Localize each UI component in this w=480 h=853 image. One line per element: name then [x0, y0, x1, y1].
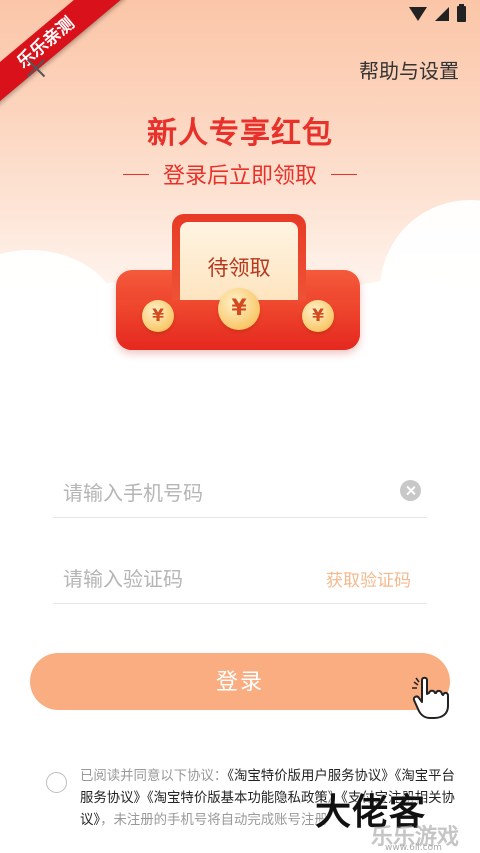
agreement-suffix: ，未注册的手机号将自动完成账号注册: [100, 813, 328, 828]
yuan-coin-icon: ¥: [218, 288, 260, 330]
clear-icon[interactable]: [400, 480, 421, 501]
wifi-icon: [409, 7, 427, 21]
agreement-link-privacy[interactable]: 《淘宝特价版基本功能隐私政策》: [147, 791, 341, 806]
promo-subtitle: 登录后立即领取: [162, 164, 317, 189]
login-button[interactable]: 登录: [30, 653, 450, 710]
agreement-prefix: 已阅读并同意以下协议：: [80, 769, 228, 784]
status-bar: [409, 4, 466, 22]
red-packet-illustration: 待领取 ¥ ¥ ¥: [116, 214, 360, 354]
yuan-coin-icon: ¥: [142, 300, 174, 332]
phone-field-row: [53, 468, 427, 518]
yuan-coin-icon: ¥: [302, 300, 334, 332]
divider: [122, 173, 149, 175]
phone-input[interactable]: [63, 468, 323, 517]
verification-code-input[interactable]: [63, 554, 323, 603]
watermark: 大佬客 乐乐游戏 www.6ll.com: [315, 783, 480, 853]
promo-subtitle-row: 登录后立即领取: [0, 158, 480, 190]
pointer-hand-icon: [412, 676, 449, 719]
battery-icon: [457, 4, 466, 22]
agreement-checkbox[interactable]: [46, 772, 67, 793]
code-field-row: 获取验证码: [53, 554, 427, 604]
close-icon[interactable]: [24, 56, 48, 80]
get-code-button[interactable]: 获取验证码: [326, 566, 411, 591]
help-settings-link[interactable]: 帮助与设置: [359, 55, 459, 84]
red-packet-label: 待领取: [207, 256, 271, 280]
divider: [331, 173, 357, 175]
signal-icon: [435, 7, 449, 21]
promo-title: 新人专享红包: [147, 116, 333, 151]
agreement-link-user-service[interactable]: 《淘宝特价版用户服务协议》: [227, 769, 394, 784]
watermark-url: www.6ll.com: [385, 843, 442, 853]
